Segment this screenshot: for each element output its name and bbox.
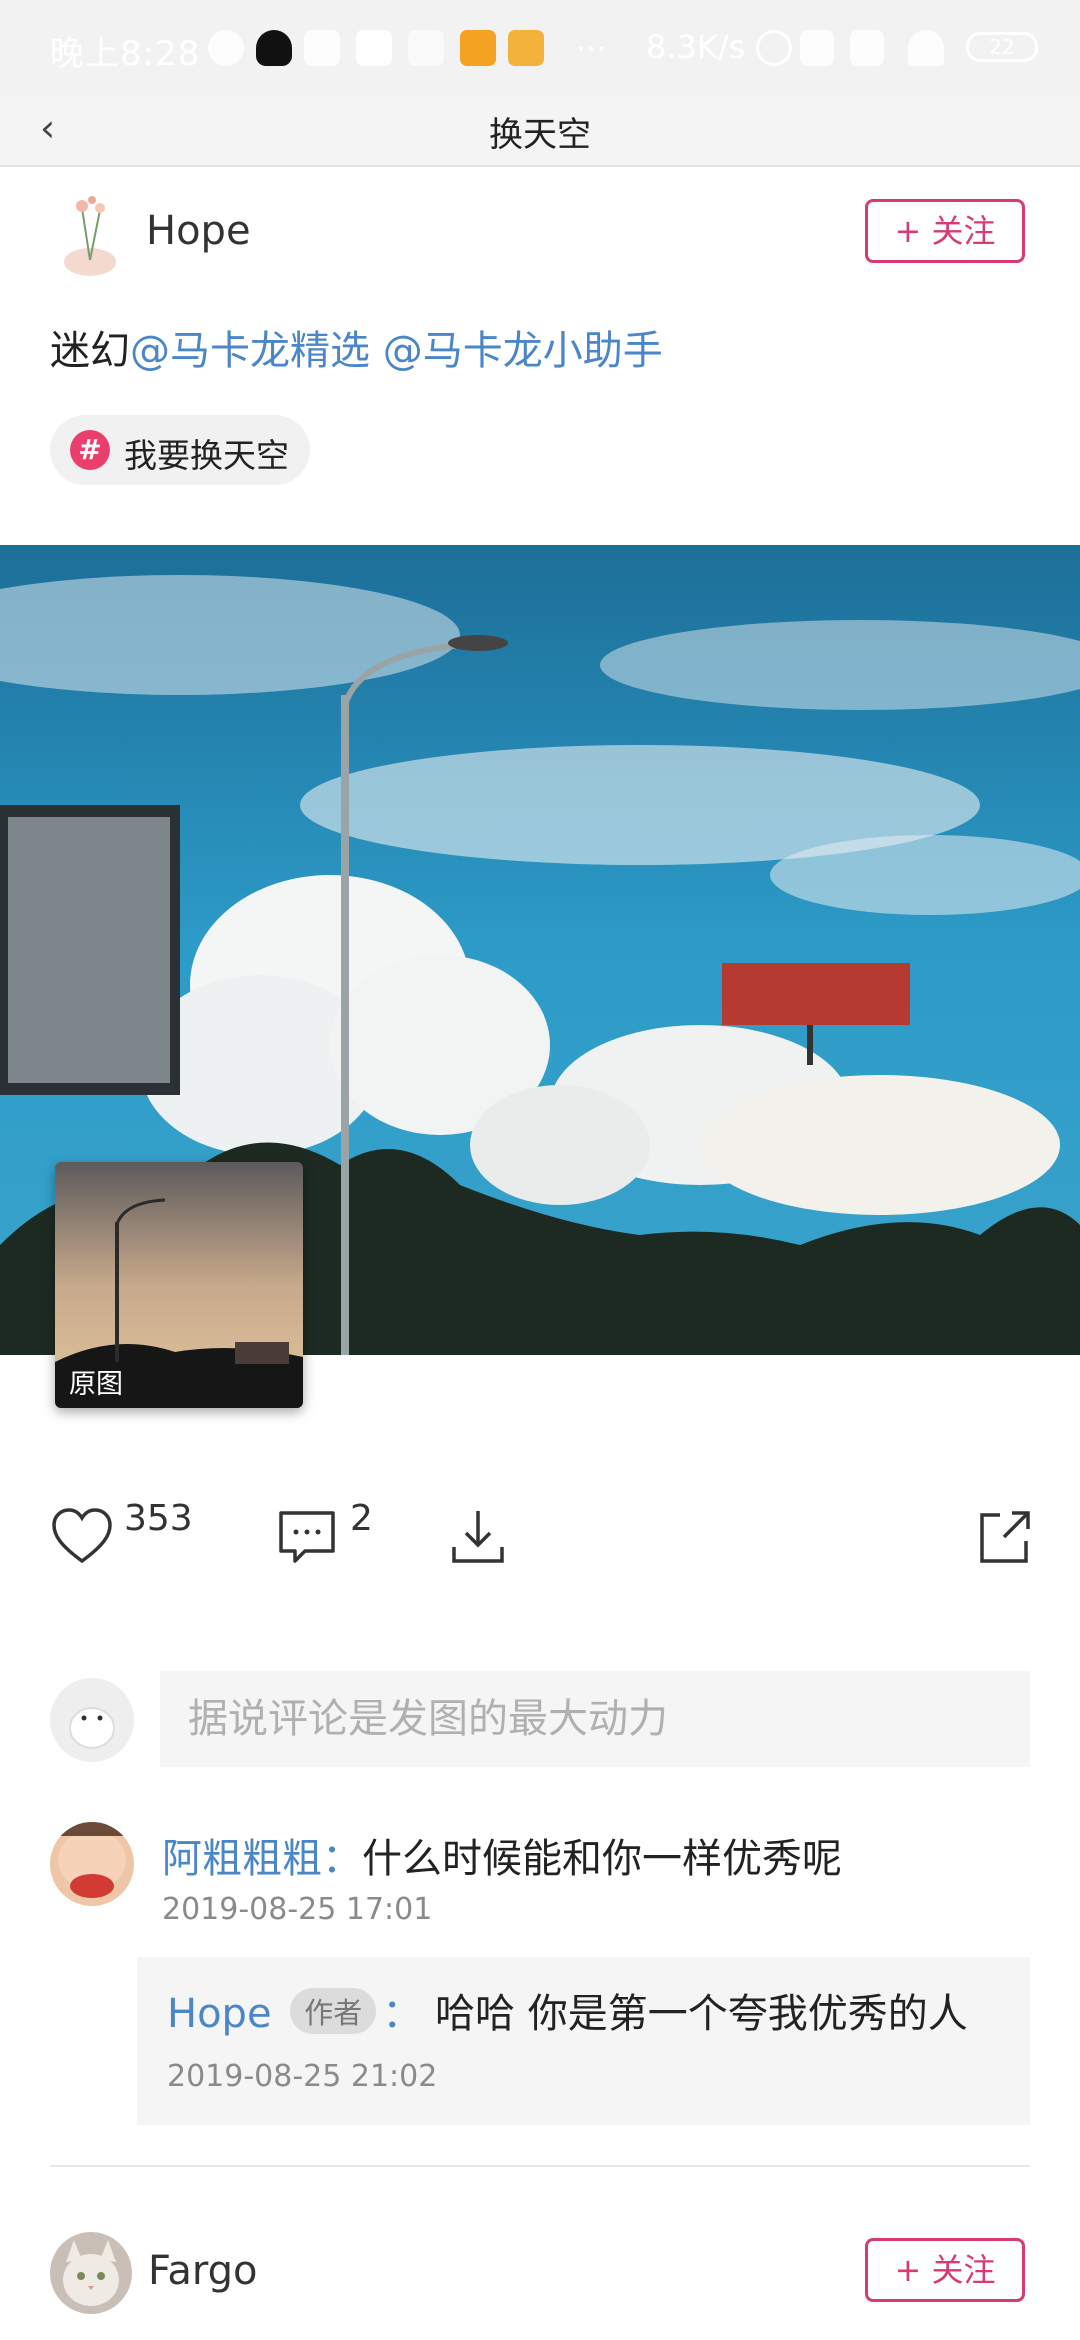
reply-time: 2019-08-25 21:02 — [167, 2059, 438, 2094]
original-photo-thumbnail[interactable]: 原图 — [55, 1162, 303, 1408]
signal-icon — [850, 30, 884, 66]
follow-button[interactable]: + 关注 — [865, 2238, 1025, 2302]
next-author-name[interactable]: Fargo — [148, 2248, 257, 2294]
weibo-icon — [304, 30, 340, 66]
next-author-avatar[interactable] — [50, 2232, 132, 2314]
signal-icon — [800, 30, 834, 66]
comment-separator: ： — [322, 1836, 362, 1882]
comment-line: 阿粗粗粗：什么时候能和你一样优秀呢 — [162, 1826, 842, 1884]
reply-separator: ： — [382, 1991, 423, 2037]
network-speed: 8.3K/s — [646, 28, 746, 66]
post-text: 迷幻@马卡龙精选 @马卡龙小助手 — [50, 318, 663, 376]
hashtag-icon: # — [70, 430, 110, 470]
page-title: 换天空 — [489, 115, 591, 155]
my-avatar — [50, 1678, 134, 1762]
author-name[interactable]: Hope — [146, 208, 251, 254]
app-icon — [408, 30, 444, 66]
download-icon[interactable] — [446, 1505, 510, 1569]
like-count: 353 — [124, 1498, 193, 1539]
wechat-icon — [208, 30, 244, 66]
reply-author-name[interactable]: Hope — [167, 1991, 272, 2037]
comment-text: 什么时候能和你一样优秀呢 — [362, 1836, 842, 1882]
wifi-icon — [908, 30, 944, 66]
original-photo-label: 原图 — [69, 1369, 123, 1400]
commenter-avatar[interactable] — [50, 1822, 134, 1906]
heart-icon[interactable] — [50, 1505, 114, 1569]
comment-input[interactable] — [160, 1671, 1030, 1767]
mi-store-icon — [460, 30, 496, 66]
battery-icon: 22 — [966, 32, 1038, 62]
reply-line: Hope 作者： 哈哈 你是第一个夸我优秀的人 — [167, 1981, 968, 2039]
comment-time: 2019-08-25 17:01 — [162, 1892, 433, 1927]
mention-link[interactable]: @马卡龙小助手 — [383, 328, 663, 374]
shopping-icon — [508, 30, 544, 66]
follow-button[interactable]: + 关注 — [865, 199, 1025, 263]
divider — [50, 2165, 1030, 2167]
reply-text: 哈哈 你是第一个夸我优秀的人 — [435, 1991, 968, 2037]
author-badge: 作者 — [290, 1988, 377, 2034]
more-icon: ··· — [576, 30, 607, 68]
commenter-name[interactable]: 阿粗粗粗 — [162, 1836, 322, 1882]
comment-count: 2 — [350, 1498, 373, 1539]
comment-icon[interactable] — [275, 1505, 339, 1569]
status-time: 晚上8:28 — [50, 34, 201, 74]
reply-box: Hope 作者： 哈哈 你是第一个夸我优秀的人 2019-08-25 21:02 — [137, 1957, 1030, 2125]
qq-icon — [256, 30, 292, 66]
topic-tag[interactable]: # 我要换天空 — [50, 415, 310, 485]
app-icon — [356, 30, 392, 66]
mention-link[interactable]: @马卡龙精选 — [130, 328, 370, 374]
share-icon[interactable] — [972, 1505, 1036, 1569]
author-avatar[interactable] — [50, 190, 130, 280]
post-text-body: 迷幻 — [50, 328, 130, 374]
alarm-icon — [756, 30, 792, 66]
title-bar: ‹ 换天空 — [0, 95, 1080, 167]
topic-tag-label: 我要换天空 — [124, 436, 289, 475]
status-bar: 晚上8:28 ··· 8.3K/s 22 — [0, 0, 1080, 95]
